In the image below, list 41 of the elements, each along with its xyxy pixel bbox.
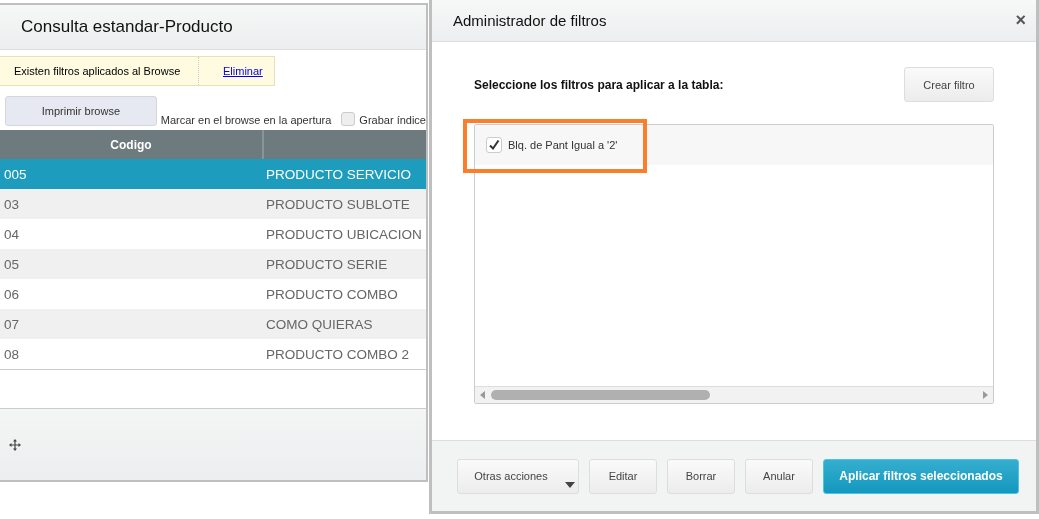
create-filter-button[interactable]: Crear filtro <box>904 67 994 102</box>
close-button[interactable]: × <box>1015 10 1026 31</box>
table-cell-text: 03 <box>3 196 21 212</box>
table-row[interactable]: 07 COMO QUIERAS <box>0 309 426 339</box>
table-cell-text: 05 <box>3 256 21 272</box>
table-cell-text: PRODUCTO SERIE <box>265 256 388 272</box>
table-row[interactable]: 03 PRODUCTO SUBLOTE <box>0 189 426 219</box>
table-cell-text: 005 <box>3 166 28 182</box>
option-label: Grabar índice <box>359 114 426 126</box>
check-icon <box>488 139 500 151</box>
table-cell-text: 04 <box>3 226 21 242</box>
scroll-right-icon[interactable] <box>981 390 989 400</box>
horizontal-scrollbar[interactable] <box>475 386 993 403</box>
more-actions-button[interactable]: Otras acciones <box>457 458 579 494</box>
print-button[interactable]: Imprimir browse <box>5 96 157 126</box>
table-cell-text: 07 <box>3 316 21 332</box>
remove-link[interactable]: Eliminar <box>199 65 263 77</box>
option-label: Marcar en el browse en la apertura <box>160 114 332 126</box>
notice-text: Existen filtros aplicados al Browse <box>0 57 199 85</box>
table-cell-text: 08 <box>3 346 21 362</box>
scroll-left-icon[interactable] <box>479 390 487 400</box>
window-title: Consulta estandar-Producto <box>21 17 233 37</box>
table-cell-text: PRODUCTO UBICACION <box>265 226 422 242</box>
prompt-text: Seleccione los filtros para aplicar a la tabla: <box>474 77 724 92</box>
dialog-title: Administrador de filtros <box>453 12 607 29</box>
dialog-button[interactable]: Anular <box>745 458 813 494</box>
table-cell-text: PRODUCTO COMBO <box>265 286 398 302</box>
move-icon[interactable] <box>9 438 21 451</box>
checkbox[interactable] <box>486 137 502 153</box>
table-cell-text: PRODUCTO COMBO 2 <box>265 346 409 362</box>
table-cell-text: PRODUCTO SUBLOTE <box>265 196 410 212</box>
dialog-button[interactable]: Borrar <box>667 458 735 494</box>
filter-item[interactable]: Blq. de Pant Igual a '2' <box>475 125 993 165</box>
checkbox[interactable] <box>341 112 356 126</box>
dialog-button[interactable]: Editar <box>589 458 657 494</box>
table-row[interactable]: 05 PRODUCTO SERIE <box>0 249 426 279</box>
caret-icon <box>565 481 575 488</box>
table-cell-text: 06 <box>3 286 21 302</box>
table-cell-text: COMO QUIERAS <box>265 316 373 332</box>
table-cell-text: PRODUCTO SERVICIO <box>265 166 412 182</box>
filter-label: Blq. de Pant Igual a '2' <box>508 139 618 151</box>
